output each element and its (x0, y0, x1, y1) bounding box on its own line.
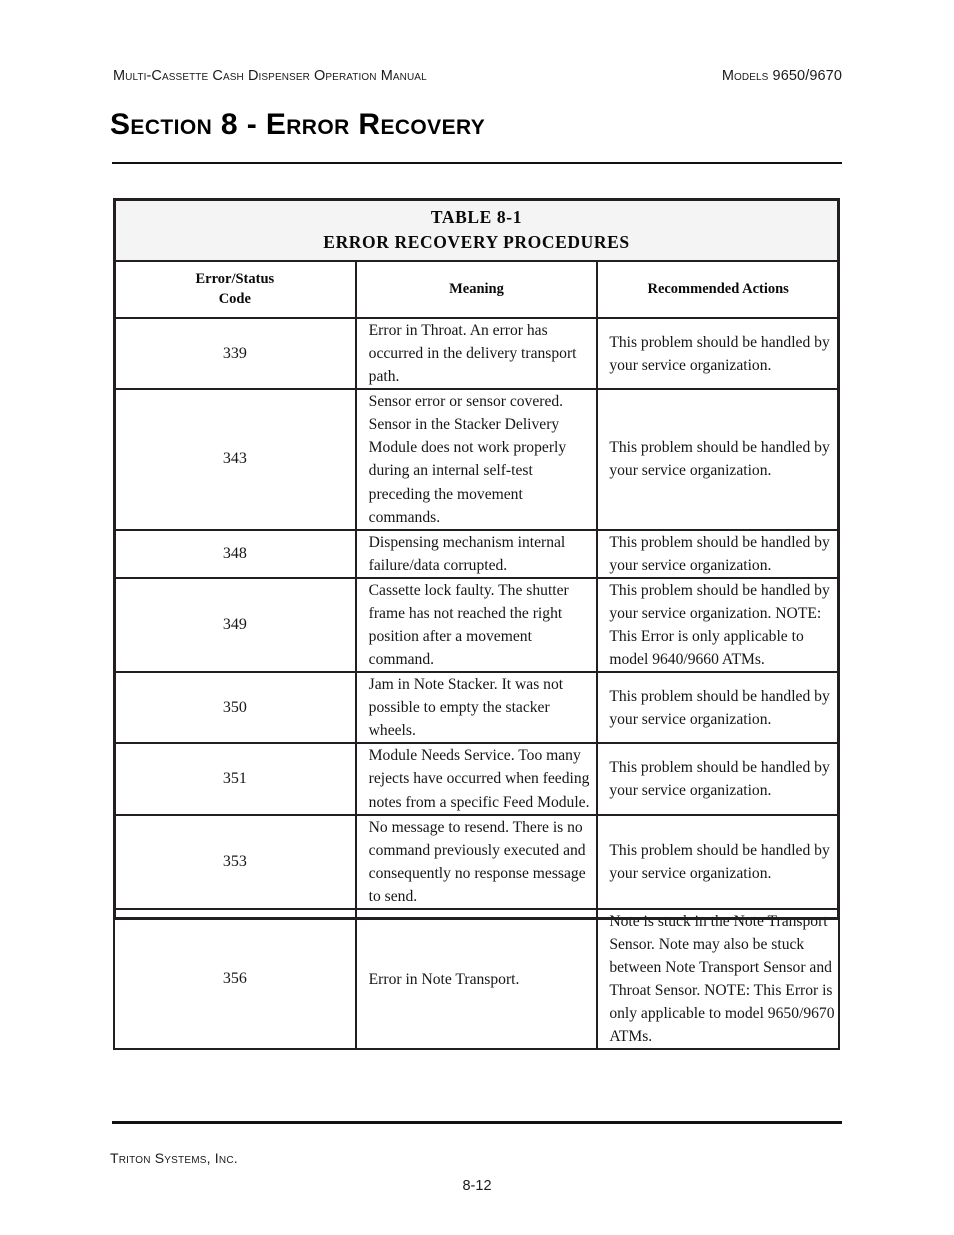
title-divider (112, 162, 842, 164)
row-meaning: No message to resend. There is no comman… (354, 813, 599, 910)
table-row: 356 Error in Note Transport. Note is stu… (113, 907, 840, 1051)
row-error-code: 350 (113, 671, 357, 745)
footer-company-name: Triton Systems, Inc. (110, 1150, 238, 1166)
row-error-code: 356 (113, 907, 357, 1051)
manual-title-text: Multi-Cassette Cash Dispenser Operation … (113, 68, 427, 84)
column-header-line: Code (218, 290, 251, 307)
row-actions: This problem should be handled by your s… (596, 316, 840, 391)
row-meaning: Cassette lock faulty. The shutter frame … (354, 576, 599, 674)
row-error-code: 339 (113, 316, 357, 391)
row-actions: This problem should be handled by your s… (596, 671, 840, 745)
document-page: Multi-Cassette Cash Dispenser Operation … (0, 0, 954, 1235)
row-meaning: Module Needs Service. Too many rejects h… (354, 742, 599, 816)
row-actions: This problem should be handled by your s… (596, 388, 840, 531)
table-row: 351 Module Needs Service. Too many rejec… (113, 742, 840, 816)
table-caption-line-1: TABLE 8-1 (430, 206, 523, 227)
table-row: 349 Cassette lock faulty. The shutter fr… (113, 576, 840, 674)
table-row: 339 Error in Throat. An error has occurr… (113, 316, 840, 391)
row-actions: This problem should be handled by your s… (596, 528, 840, 579)
page-title: Section 8 - Error Recovery (110, 108, 486, 141)
running-header: Multi-Cassette Cash Dispenser Operation … (113, 68, 842, 88)
row-meaning: Error in Throat. An error has occurred i… (354, 316, 599, 391)
table-row: 353 No message to resend. There is no co… (113, 813, 840, 910)
table-row: 348 Dispensing mechanism internal failur… (113, 528, 840, 579)
row-meaning: Jam in Note Stacker. It was not possible… (354, 671, 599, 745)
table-row: 350 Jam in Note Stacker. It was not poss… (113, 671, 840, 745)
table-caption-line-2: ERROR RECOVERY PROCEDURES (323, 232, 630, 252)
table-row: 343 Sensor error or sensor covered. Sens… (113, 388, 840, 531)
row-error-code: 343 (113, 388, 357, 531)
column-header-line: Error/Status (195, 270, 275, 287)
error-recovery-table: TABLE 8-1 ERROR RECOVERY PROCEDURES Erro… (113, 198, 840, 1051)
row-actions: This problem should be handled by your s… (596, 576, 840, 674)
table-header-row: Error/Status Code Meaning Recommended Ac… (113, 260, 840, 319)
row-meaning: Error in Note Transport. (354, 907, 599, 1051)
row-actions: This problem should be handled by your s… (596, 742, 840, 816)
table-title-row: TABLE 8-1 ERROR RECOVERY PROCEDURES (113, 198, 840, 262)
row-error-code: 351 (113, 742, 357, 816)
column-header-recommended-actions: Recommended Actions (596, 260, 840, 319)
footer-page-number: 8-12 (462, 1178, 492, 1194)
row-actions: This problem should be handled by your s… (596, 813, 840, 910)
row-meaning: Dispensing mechanism internal failure/da… (354, 528, 599, 579)
table-caption-cell: TABLE 8-1 ERROR RECOVERY PROCEDURES (113, 198, 840, 262)
footer-divider (112, 1121, 842, 1124)
row-actions: Note is stuck in the Note Transport Sens… (596, 907, 840, 1051)
row-error-code: 348 (113, 528, 357, 579)
row-error-code: 349 (113, 576, 357, 674)
row-meaning: Sensor error or sensor covered. Sensor i… (354, 388, 599, 531)
row-error-code: 353 (113, 813, 357, 910)
model-numbers-text: Models 9650/9670 (721, 68, 842, 84)
column-header-meaning: Meaning (354, 260, 599, 319)
column-header-error-code: Error/Status Code (113, 260, 357, 319)
